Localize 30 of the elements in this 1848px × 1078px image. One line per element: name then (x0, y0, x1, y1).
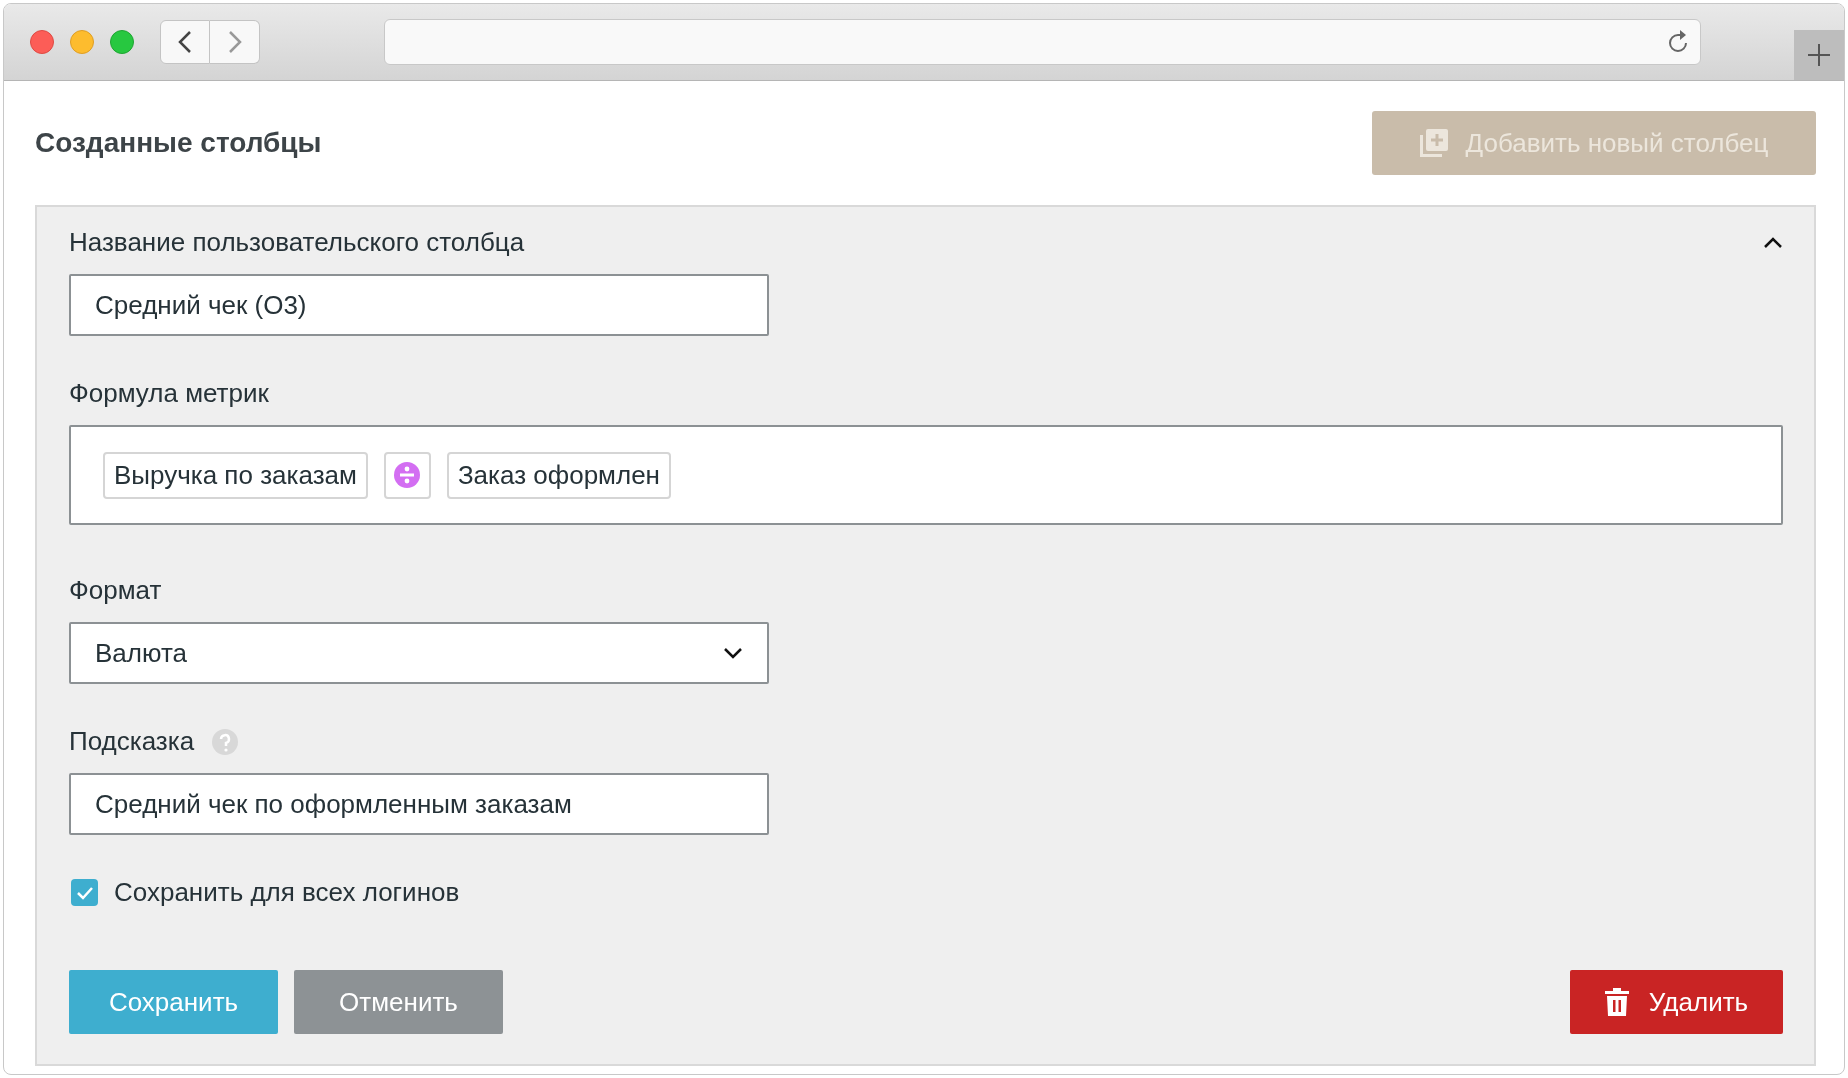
section-title: Созданные столбцы (35, 127, 322, 159)
maximize-window-button[interactable] (110, 30, 134, 54)
back-button[interactable] (160, 20, 210, 64)
delete-button[interactable]: Удалить (1570, 970, 1783, 1034)
metric-chip[interactable]: Заказ оформлен (446, 451, 671, 499)
checkbox-label: Сохранить для всех логинов (114, 877, 460, 908)
metric-chip[interactable]: Выручка по заказам (103, 451, 368, 499)
checkmark-icon (75, 885, 94, 900)
formula-field[interactable]: Выручка по заказам Заказ оформлен (69, 425, 1783, 525)
chevron-right-icon (227, 30, 242, 54)
hint-input[interactable]: Средний чек по оформленным заказам (69, 773, 769, 835)
reload-icon[interactable] (1666, 29, 1690, 55)
format-dropdown[interactable]: Валюта (69, 622, 769, 684)
field-label: Подсказка (69, 726, 195, 757)
add-copy-icon (1419, 129, 1448, 157)
chevron-down-icon (723, 647, 743, 659)
field-label: Формула метрик (69, 378, 269, 408)
field-label: Название пользовательского столбца (69, 227, 525, 258)
close-window-button[interactable] (30, 30, 54, 54)
checkbox[interactable] (71, 879, 98, 906)
chevron-left-icon (178, 30, 192, 54)
divide-icon (394, 462, 421, 488)
collapse-caret-icon[interactable] (1763, 236, 1783, 249)
minimize-window-button[interactable] (70, 30, 94, 54)
divide-operator[interactable] (383, 451, 431, 499)
plus-icon (1808, 44, 1830, 66)
field-label: Формат (69, 575, 162, 605)
trash-icon (1604, 988, 1629, 1016)
new-tab-button[interactable] (1794, 30, 1844, 80)
name-input[interactable]: Средний чек (О3) (69, 274, 769, 336)
